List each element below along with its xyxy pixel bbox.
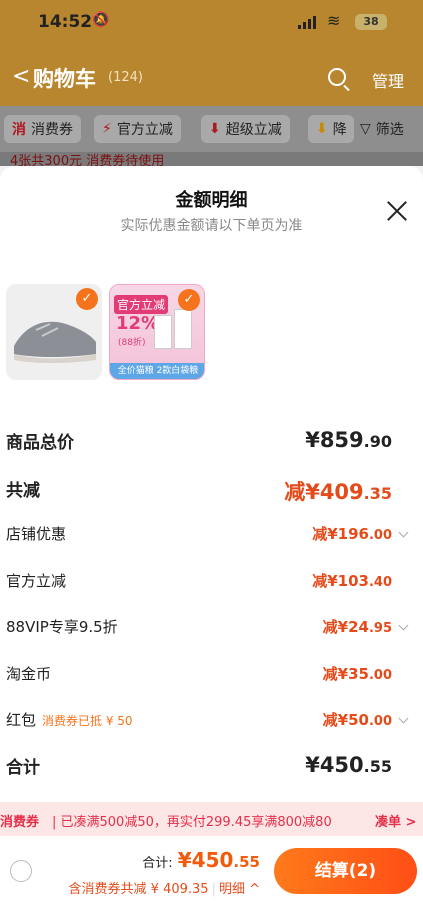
red-packet-note: 消费券已抵 ¥ 50 xyxy=(42,714,133,728)
mute-bell-icon: 🔕 xyxy=(92,12,110,28)
row-red-packet[interactable]: 红包 消费券已抵 ¥ 50 减¥50.00 xyxy=(0,705,423,735)
row-discount-total: 共减 减¥409.35 xyxy=(0,472,423,504)
chevron-down-icon xyxy=(398,713,409,724)
row-label: 淘金币 xyxy=(6,665,52,683)
row-value: 减¥196.00 xyxy=(312,525,392,543)
status-bar: 14:52 🔕 ≋ 38 xyxy=(0,0,423,48)
row-label: 红包 消费券已抵 ¥ 50 xyxy=(6,711,133,729)
filter-official-discount[interactable]: ⚡ 官方立减 xyxy=(94,115,181,143)
detail-toggle[interactable]: 明细 ^ xyxy=(219,882,260,897)
wifi-icon: ≋ xyxy=(327,11,341,30)
cart-header: < 购物车 (124) 管理 xyxy=(0,48,423,106)
row-label: 合计 xyxy=(6,758,40,778)
row-label: 共减 xyxy=(6,481,40,501)
row-label: 88VIP专享9.5折 xyxy=(6,618,118,636)
checkout-bar: 合计: ¥450.55 含消费券共减 ¥ 409.35 | 明细 ^ 结算(2) xyxy=(0,836,423,910)
sheet-subtitle: 实际优惠金额请以下单页为准 xyxy=(120,218,303,234)
sheet-title: 金额明细 xyxy=(175,190,248,211)
filter-button[interactable]: ▽ 筛选 xyxy=(352,115,412,143)
promo-badge: 官方立减 xyxy=(114,295,169,314)
row-value: ¥859.90 xyxy=(305,428,392,452)
chevron-down-icon xyxy=(398,527,409,538)
filter-label: 消费券 xyxy=(31,122,73,138)
filter-label: 官方立减 xyxy=(116,122,173,138)
checkout-button[interactable]: 结算(2) xyxy=(274,848,417,894)
filter-price-drop[interactable]: ⬇ 降 xyxy=(308,115,354,143)
close-icon[interactable] xyxy=(386,200,408,222)
row-official-discount: 官方立减 减¥103.40 xyxy=(0,566,423,596)
filter-label: 超级立减 xyxy=(225,122,282,138)
discount-summary-text: 含消费券共减 ¥ 409.35 xyxy=(68,882,209,897)
total-label: 合计: xyxy=(142,856,173,871)
row-grand-total: 合计 ¥450.55 xyxy=(0,749,423,779)
row-coins: 淘金币 减¥35.00 xyxy=(0,659,423,689)
checked-icon: ✓ xyxy=(178,289,200,311)
coupon-progress-bar[interactable]: 消费券 | 已凑满500减50，再实付299.45享满800减80 凑单 > xyxy=(0,802,423,836)
row-store-discount[interactable]: 店铺优惠 减¥196.00 xyxy=(0,519,423,549)
down-arrow-icon: ⬇ xyxy=(209,121,221,137)
row-value: 减¥409.35 xyxy=(284,480,392,504)
amount-detail-sheet: 金额明细 实际优惠金额请以下单页为准 ✓ 官方立减 12% (88折) 全价猫粮… xyxy=(0,166,423,910)
back-chevron-icon[interactable]: < xyxy=(12,64,30,89)
row-value: 减¥50.00 xyxy=(322,711,392,729)
row-value: 减¥35.00 xyxy=(322,665,392,683)
product-bag-image xyxy=(154,315,172,349)
down-arrow-icon: ⬇ xyxy=(316,121,328,137)
product-thumb-catfood[interactable]: 官方立减 12% (88折) 全价猫粮 2款白袋粮 ✓ xyxy=(109,284,205,380)
chevron-down-icon xyxy=(398,620,409,631)
row-value: 减¥24.95 xyxy=(322,618,392,636)
manage-button[interactable]: 管理 xyxy=(372,68,404,92)
battery-icon: 38 xyxy=(355,14,387,30)
filter-bar: 消 消费券 ⚡ 官方立减 ⬇ 超级立减 ⬇ 降 ▽ 筛选 xyxy=(0,106,423,152)
row-vip-discount[interactable]: 88VIP专享9.5折 减¥24.95 xyxy=(0,612,423,642)
promo-footer: 全价猫粮 2款白袋粮 xyxy=(110,363,204,379)
row-label: 官方立减 xyxy=(6,572,67,590)
total-amount: ¥450.55 xyxy=(177,848,260,872)
checkout-total: 合计: ¥450.55 xyxy=(142,848,260,872)
promo-off: (88折) xyxy=(118,338,146,348)
filter-coupon[interactable]: 消 消费券 xyxy=(4,115,81,143)
filter-funnel-icon: ▽ xyxy=(360,121,371,137)
filter-super-discount[interactable]: ⬇ 超级立减 xyxy=(201,115,290,143)
row-value: ¥450.55 xyxy=(305,753,392,777)
product-bag-image xyxy=(174,309,192,349)
coupon-notice: 4张共300元 消费券待使用 xyxy=(0,152,423,166)
promo-percent: 12% xyxy=(116,313,160,334)
coupon-message: | 已凑满500减50，再实付299.45享满800减80 xyxy=(52,815,332,830)
signal-icon xyxy=(298,16,316,29)
row-label: 商品总价 xyxy=(6,433,74,453)
row-value: 减¥103.40 xyxy=(312,572,392,590)
cart-count: (124) xyxy=(108,70,143,85)
page-title: 购物车 xyxy=(33,67,96,91)
filter-label: 降 xyxy=(332,122,347,138)
coupon-icon: 消 xyxy=(12,122,26,138)
checked-icon: ✓ xyxy=(76,288,98,310)
filter-label: 筛选 xyxy=(375,122,404,138)
row-subtotal: 商品总价 ¥859.90 xyxy=(0,424,423,454)
product-thumb-shoe[interactable]: ✓ xyxy=(6,284,102,380)
coupon-notice-text: 4张共300元 消费券待使用 xyxy=(10,154,165,166)
lightning-icon: ⚡ xyxy=(102,121,112,137)
row-label: 店铺优惠 xyxy=(6,525,67,543)
coupon-tag: 消费券 xyxy=(0,815,40,830)
select-all-radio[interactable] xyxy=(10,860,32,882)
discount-summary: 含消费券共减 ¥ 409.35 | 明细 ^ xyxy=(68,882,260,897)
status-time: 14:52 xyxy=(38,12,93,32)
combine-order-link[interactable]: 凑单 > xyxy=(375,811,416,830)
search-icon[interactable] xyxy=(328,68,346,86)
